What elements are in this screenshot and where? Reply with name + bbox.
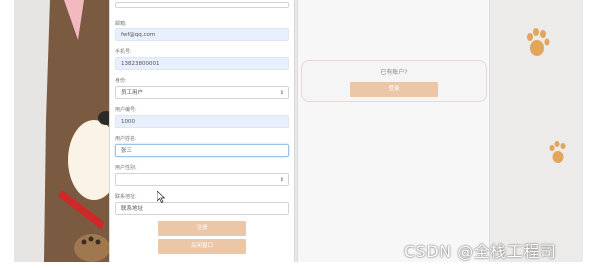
address-label: 联系地址: — [115, 194, 137, 200]
name-label: 用户姓名: — [115, 136, 137, 142]
select-caret-icon: ⇕ — [279, 177, 284, 183]
csdn-watermark: CSDN @全栈工程司 — [404, 242, 557, 261]
account-number-field[interactable]: 1000 — [115, 115, 289, 128]
gender-select[interactable]: ⇕ — [115, 173, 289, 186]
identity-label: 身份: — [115, 78, 127, 84]
phone-label: 手机号: — [115, 49, 132, 55]
paw-print-icon — [527, 28, 550, 56]
identity-select-value: 员工用户 — [121, 90, 144, 96]
select-caret-icon: ⇕ — [279, 90, 284, 96]
paw-print-icon — [549, 141, 566, 163]
existing-account-prompt: 已有账户? — [380, 69, 408, 76]
gender-label: 用户性别: — [115, 165, 137, 171]
top-field[interactable] — [115, 2, 289, 8]
account-number-label: 用户编号: — [115, 107, 137, 113]
login-button[interactable]: 登录 — [350, 82, 438, 97]
register-button[interactable]: 注册 — [158, 221, 246, 236]
name-field[interactable]: 张三 — [115, 144, 289, 157]
close-window-button[interactable]: 关闭窗口 — [158, 239, 246, 254]
login-panel — [297, 0, 490, 262]
email-label: 邮箱: — [115, 21, 127, 27]
email-field[interactable]: fwf@qq.com — [115, 28, 289, 41]
address-field[interactable]: 联系地址 — [115, 202, 289, 215]
phone-field[interactable]: 13823800001 — [115, 57, 289, 70]
mouse-cursor-icon — [157, 191, 165, 203]
existing-account-box: 已有账户? 登录 — [301, 60, 487, 102]
dog-illustration — [44, 0, 116, 262]
identity-select[interactable]: 员工用户 ⇕ — [115, 86, 289, 99]
